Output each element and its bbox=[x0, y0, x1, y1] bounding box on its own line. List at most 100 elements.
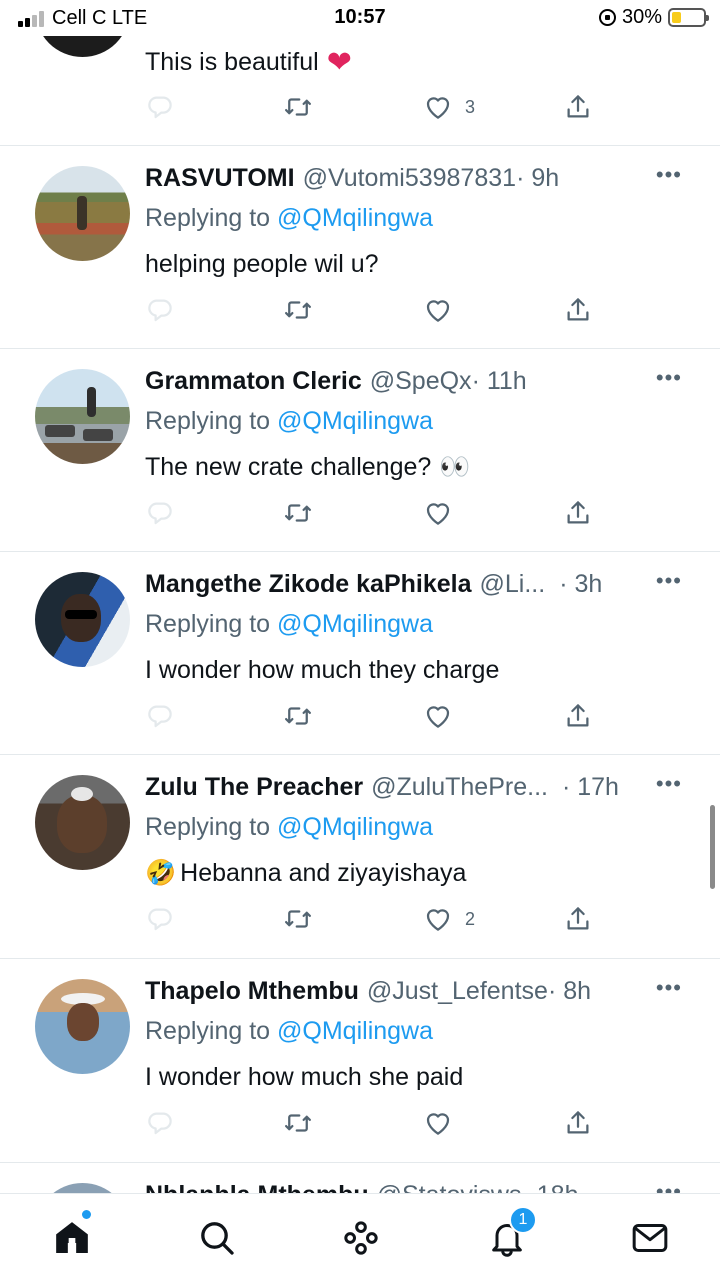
author-handle[interactable]: @SpeQx bbox=[370, 367, 472, 396]
tab-notifications[interactable]: 1 bbox=[487, 1206, 537, 1258]
battery-icon bbox=[668, 8, 709, 27]
more-dots-icon[interactable]: ••• bbox=[656, 771, 682, 797]
reply-bubble-icon bbox=[145, 498, 175, 528]
like-button[interactable] bbox=[423, 498, 465, 528]
like-count: 2 bbox=[465, 908, 476, 929]
author-name[interactable]: Grammaton Cleric bbox=[145, 367, 362, 396]
retweet-icon bbox=[283, 295, 313, 325]
tab-home[interactable] bbox=[52, 1210, 92, 1258]
author-handle[interactable]: @Vutomi53987831 bbox=[303, 164, 517, 193]
share-button[interactable] bbox=[563, 92, 593, 122]
replying-to: Replying to @QMqilingwa bbox=[145, 204, 434, 232]
mention-link[interactable]: @QMqilingwa bbox=[277, 407, 433, 435]
tweet-text: The new crate challenge? bbox=[145, 453, 432, 481]
heart-icon bbox=[423, 498, 453, 528]
reply-bubble-icon bbox=[145, 295, 175, 325]
tab-search[interactable] bbox=[197, 1218, 237, 1258]
reply-bubble-icon bbox=[145, 701, 175, 731]
retweet-icon bbox=[283, 904, 313, 934]
more-dots-icon[interactable]: ••• bbox=[656, 365, 682, 391]
tweet-item[interactable]: Mangethe Zikode kaPhikela @Li... · 3h ••… bbox=[0, 552, 720, 755]
tweet-actions bbox=[145, 701, 595, 735]
author-name[interactable]: Mangethe Zikode kaPhikela bbox=[145, 570, 472, 599]
mention-link[interactable]: @QMqilingwa bbox=[277, 610, 433, 638]
like-button[interactable] bbox=[423, 295, 465, 325]
more-dots-icon[interactable]: ••• bbox=[656, 162, 682, 188]
heart-icon bbox=[423, 295, 453, 325]
reply-bubble-icon bbox=[145, 904, 175, 934]
like-button[interactable] bbox=[423, 701, 465, 731]
tweet-text: I wonder how much they charge bbox=[145, 656, 500, 684]
author-handle[interactable]: @Just_Lefentse bbox=[367, 977, 548, 1006]
avatar[interactable] bbox=[35, 572, 130, 667]
scrollbar[interactable] bbox=[710, 805, 715, 889]
author-name[interactable]: Zulu The Preacher bbox=[145, 773, 363, 802]
avatar[interactable] bbox=[35, 775, 130, 870]
avatar[interactable] bbox=[35, 369, 130, 464]
tweet-text: This is beautiful bbox=[145, 48, 319, 76]
share-icon bbox=[563, 92, 593, 122]
reply-button[interactable] bbox=[145, 498, 175, 528]
share-icon bbox=[563, 295, 593, 325]
more-dots-icon[interactable]: ••• bbox=[656, 975, 682, 1001]
share-button[interactable] bbox=[563, 498, 593, 528]
reply-button[interactable] bbox=[145, 92, 175, 122]
reply-button[interactable] bbox=[145, 904, 175, 934]
search-icon bbox=[197, 1218, 237, 1258]
author-handle[interactable]: @ZuluThePre... bbox=[371, 773, 548, 802]
retweet-button[interactable] bbox=[283, 904, 313, 934]
like-button[interactable]: 3 bbox=[423, 92, 475, 122]
tweet-time: · 9h bbox=[516, 164, 560, 192]
bottom-tab-bar: 1 bbox=[0, 1193, 720, 1280]
eyes-emoji: 👀 bbox=[439, 453, 471, 481]
reply-bubble-icon bbox=[145, 1108, 175, 1138]
tweet-text: helping people wil u? bbox=[145, 250, 379, 278]
tweet-item[interactable]: Grammaton Cleric @SpeQx · 11h ••• Replyi… bbox=[0, 349, 720, 552]
like-button[interactable] bbox=[423, 1108, 465, 1138]
retweet-button[interactable] bbox=[283, 295, 313, 325]
share-button[interactable] bbox=[563, 295, 593, 325]
tweet-actions bbox=[145, 295, 595, 329]
mention-link[interactable]: @QMqilingwa bbox=[277, 1017, 433, 1045]
replying-to: Replying to @QMqilingwa bbox=[145, 610, 434, 638]
share-button[interactable] bbox=[563, 701, 593, 731]
more-dots-icon[interactable]: ••• bbox=[656, 568, 682, 594]
spaces-icon bbox=[341, 1218, 381, 1258]
retweet-button[interactable] bbox=[283, 92, 313, 122]
retweet-button[interactable] bbox=[283, 498, 313, 528]
author-handle[interactable]: @Li... bbox=[480, 570, 546, 599]
retweet-button[interactable] bbox=[283, 1108, 313, 1138]
retweet-icon bbox=[283, 498, 313, 528]
tab-messages[interactable] bbox=[630, 1218, 670, 1258]
mention-link[interactable]: @QMqilingwa bbox=[277, 204, 433, 232]
mention-link[interactable]: @QMqilingwa bbox=[277, 813, 433, 841]
tab-spaces[interactable] bbox=[341, 1218, 381, 1258]
reply-bubble-icon bbox=[145, 92, 175, 122]
tweet-actions: 2 bbox=[145, 904, 595, 938]
author-name[interactable]: Thapelo Mthembu bbox=[145, 977, 359, 1006]
heart-icon bbox=[423, 1108, 453, 1138]
retweet-button[interactable] bbox=[283, 701, 313, 731]
avatar[interactable] bbox=[35, 166, 130, 261]
reply-button[interactable] bbox=[145, 295, 175, 325]
tweet-time: · 11h bbox=[471, 367, 527, 395]
tweet-item[interactable]: RASVUTOMI @Vutomi53987831 · 9h ••• Reply… bbox=[0, 146, 720, 349]
heart-emoji: ❤ bbox=[326, 46, 352, 79]
tweet-item[interactable]: Zulu The Preacher @ZuluThePre... · 17h •… bbox=[0, 755, 720, 959]
tweet-actions bbox=[145, 1108, 595, 1142]
tweet-time: · 17h bbox=[561, 773, 619, 801]
like-button[interactable]: 2 bbox=[423, 904, 475, 934]
share-button[interactable] bbox=[563, 1108, 593, 1138]
new-content-dot bbox=[82, 1210, 91, 1219]
share-icon bbox=[563, 1108, 593, 1138]
reply-button[interactable] bbox=[145, 701, 175, 731]
author-name[interactable]: RASVUTOMI bbox=[145, 164, 295, 193]
retweet-icon bbox=[283, 1108, 313, 1138]
tweet-text: I wonder how much she paid bbox=[145, 1063, 464, 1091]
tweet-time: · 8h bbox=[547, 977, 592, 1005]
tweet-item[interactable]: Thapelo Mthembu @Just_Lefentse · 8h ••• … bbox=[0, 959, 720, 1163]
laughing-emoji: 🤣 bbox=[145, 859, 177, 887]
avatar[interactable] bbox=[35, 979, 130, 1074]
reply-button[interactable] bbox=[145, 1108, 175, 1138]
share-button[interactable] bbox=[563, 904, 593, 934]
